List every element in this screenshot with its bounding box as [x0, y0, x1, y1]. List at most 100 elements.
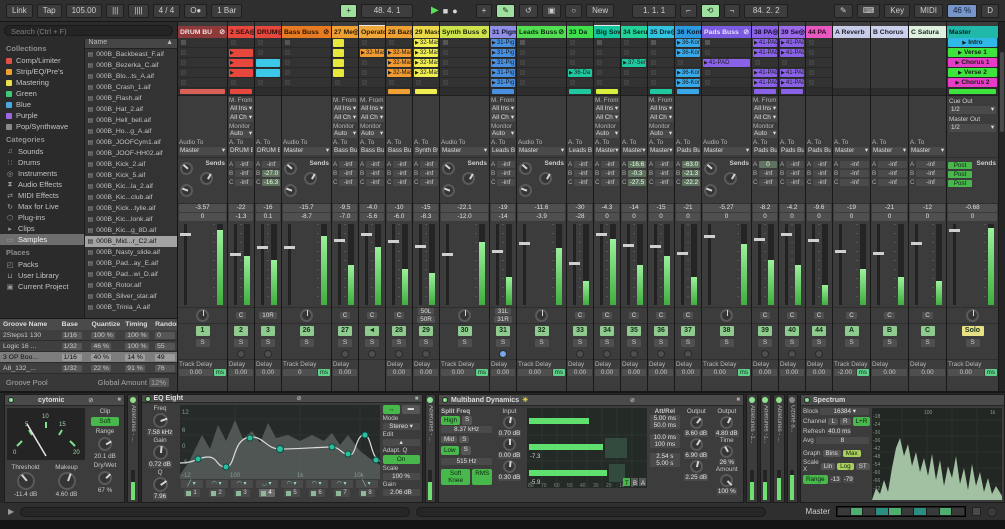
io-value[interactable]: Master ▾ — [518, 147, 565, 155]
clip-slot[interactable]: ▶36-Da C — [567, 68, 593, 78]
makeup-knob[interactable] — [57, 472, 76, 490]
groove-base-select[interactable]: 1/32 — [61, 364, 92, 372]
clip[interactable]: ▶ — [229, 68, 253, 77]
empty-clip-slot[interactable] — [231, 40, 236, 45]
clip-stop-button[interactable] — [520, 40, 525, 45]
empty-clip-slot[interactable] — [597, 70, 602, 75]
q-knob[interactable] — [152, 477, 168, 492]
track-activator[interactable]: 35 — [627, 325, 641, 336]
empty-clip-slot[interactable] — [181, 60, 186, 65]
mid-band-label[interactable]: Mid — [441, 436, 458, 443]
io-value[interactable]: All Ins ▾ — [491, 104, 515, 113]
groove-row[interactable]: Logic 16 ... 1/32 46 % 100 % 55 — [0, 341, 177, 352]
clip-slot[interactable] — [517, 48, 566, 58]
send-c-value[interactable]: -inf — [366, 179, 384, 186]
track-activator[interactable]: 28 — [392, 325, 406, 336]
send-a-value[interactable]: -inf — [601, 161, 619, 168]
fader-thumb[interactable] — [442, 253, 453, 257]
track-activator[interactable]: 26 — [299, 325, 314, 336]
send-a-value[interactable]: -inf — [497, 161, 515, 168]
automation-arm-button[interactable]: ✎ — [496, 3, 515, 18]
clip-slot[interactable] — [702, 48, 751, 58]
track-header-badge-icon[interactable]: ◎ — [353, 28, 358, 36]
track-delay-value[interactable]: 0.00 — [387, 369, 411, 376]
track-delay-ms-toggle[interactable]: ms — [856, 369, 869, 376]
vertical-scrollbar[interactable] — [999, 22, 1005, 391]
clip-slot[interactable]: ▶ 32-Mas — [359, 48, 385, 58]
sample-file-row[interactable]: ▤ 000B_Hell_bell.aif — [85, 115, 177, 126]
clip-slot[interactable] — [255, 38, 281, 48]
send-c-value[interactable]: -inf — [235, 179, 253, 186]
fader-thumb[interactable] — [835, 249, 846, 253]
io-value[interactable]: Auto ▾ — [649, 130, 673, 139]
clip-slot[interactable]: ▶ 36-Kon — [675, 48, 701, 58]
sample-file-row[interactable]: ▤ 000B_Backbeast_F.aif — [85, 49, 177, 60]
scene-launch-button[interactable]: ▶ Verse 1 — [948, 48, 997, 57]
groove-quantize-value[interactable]: 46 % — [91, 342, 125, 350]
scene-slot[interactable]: ▶ Intro — [947, 38, 998, 48]
clip-slot[interactable] — [255, 48, 281, 58]
hot-swap-icon[interactable]: ⊘ — [630, 397, 635, 404]
pan-value[interactable]: 0 — [948, 213, 997, 221]
empty-clip-slot[interactable] — [520, 50, 525, 55]
fader-thumb[interactable] — [596, 233, 607, 237]
clip-slot[interactable]: ▶ 31-Pig — [490, 78, 516, 88]
send-a-value[interactable]: 0 — [759, 161, 777, 168]
send-a-value[interactable]: -inf — [339, 161, 357, 168]
track-header-badge-icon[interactable]: ◎ — [799, 28, 805, 36]
clip-slot[interactable] — [332, 78, 358, 88]
cue-out-select[interactable]: 1/2 ▾ — [949, 106, 996, 114]
sample-file-row[interactable]: ▤ 000B_Trinia_A.aif — [85, 302, 177, 313]
send-c-value[interactable]: -inf — [840, 179, 869, 186]
empty-clip-slot[interactable] — [755, 60, 760, 65]
send-b-value[interactable]: -0.3 — [628, 170, 646, 177]
solo-button[interactable]: S — [299, 338, 314, 347]
send-a-value[interactable]: -inf — [262, 161, 280, 168]
sidebar-item-current-project[interactable]: ▣ Current Project — [0, 281, 84, 292]
fader-track[interactable] — [261, 224, 264, 305]
track-header[interactable]: 2 SEA◎ — [228, 26, 254, 38]
clip-slot[interactable]: ▶ 32-Mas — [413, 58, 439, 68]
clip-slot[interactable] — [440, 38, 489, 48]
io-value[interactable]: Bass Bu▾ — [360, 147, 384, 156]
channel-l[interactable]: L — [828, 418, 838, 425]
multiband-display[interactable]: -7.3 -5.9 80706050 403020100 T B A — [526, 408, 647, 488]
fader-track[interactable] — [184, 224, 187, 305]
io-value[interactable]: Synth B▾ — [414, 147, 438, 155]
overdub-button[interactable]: + — [475, 3, 493, 18]
volume-value[interactable]: -11.6 — [518, 204, 565, 212]
draw-mode-button[interactable]: ✎ — [834, 3, 853, 18]
range-value[interactable]: 20.1 dB — [94, 453, 116, 460]
clip-slot[interactable] — [517, 78, 566, 88]
track-header[interactable]: 28 Baz◎ — [386, 26, 412, 38]
track-header-badge-icon[interactable]: ◎ — [671, 28, 674, 36]
pan-value[interactable]: 0 — [807, 213, 831, 221]
io-value[interactable]: Master ▾ — [622, 147, 646, 155]
pan-value[interactable]: 0 — [179, 213, 226, 221]
send-b-value[interactable]: -inf — [916, 170, 945, 177]
groove-random-value[interactable]: 76 — [155, 364, 177, 372]
scene-slot[interactable]: ▶ Chorus 2 — [947, 78, 998, 88]
clip-slot[interactable]: ▶ 32-Mas — [386, 68, 412, 78]
sidebar-item-midi-effects[interactable]: ⇄ MIDI Effects — [0, 190, 84, 201]
track-delay-value[interactable]: 0.00 — [568, 369, 592, 376]
scene-launch-button[interactable]: ▶ Verse 2 — [948, 68, 997, 77]
clip-slot[interactable]: ▶ 32-Mas — [413, 68, 439, 78]
collapsed-device-rack[interactable]: Abletunes -1... — [746, 394, 758, 503]
pan-chip[interactable]: C — [393, 312, 405, 319]
empty-clip-slot[interactable] — [705, 80, 710, 85]
groove-col-header[interactable]: Base — [62, 321, 92, 328]
track-header[interactable]: Synth Buss ⊘ — [440, 26, 489, 38]
track-header[interactable]: 33 Da — [567, 26, 593, 38]
io-value[interactable]: Master ▾ — [283, 147, 330, 155]
track-header[interactable]: 34 Seru — [621, 26, 647, 38]
clip-slot[interactable] — [359, 38, 385, 48]
scene-slot[interactable]: ▶ Verse 1 — [947, 48, 998, 58]
io-value[interactable]: All Ch ▾ — [491, 113, 515, 122]
file-list-header[interactable]: Name — [89, 39, 108, 48]
empty-clip-slot[interactable] — [651, 50, 656, 55]
volume-value[interactable]: -8.2 — [753, 204, 777, 212]
eq-band-toggle[interactable]: 3 — [233, 489, 250, 497]
groove-random-value[interactable]: 49 — [155, 353, 177, 361]
sample-file-row[interactable]: ▤ 000B_Kick_2.aif — [85, 159, 177, 170]
